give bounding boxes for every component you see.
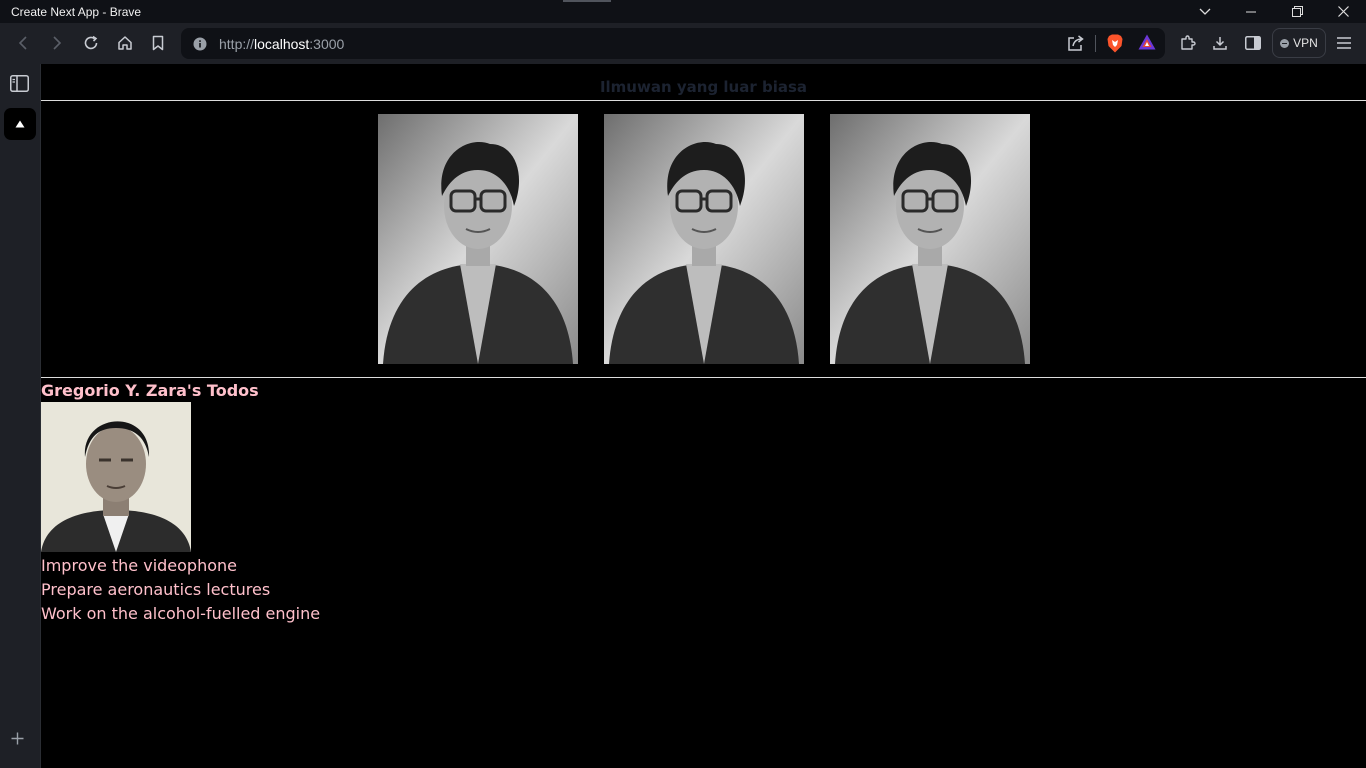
close-button[interactable] — [1320, 0, 1366, 23]
title-bar: Create Next App - Brave — [0, 0, 1366, 23]
page-content: Ilmuwan yang luar biasa Gregorio Y. Zara… — [41, 64, 1366, 768]
arrow-left-icon — [18, 36, 27, 50]
bookmark-button[interactable] — [141, 28, 175, 58]
reload-icon — [84, 35, 98, 50]
url-host: localhost — [254, 35, 310, 52]
rewards-triangle-icon — [1138, 34, 1156, 50]
todo-list: Improve the videophone Prepare aeronauti… — [41, 554, 320, 626]
forward-button[interactable] — [40, 28, 74, 58]
page-heading: Ilmuwan yang luar biasa — [599, 78, 808, 96]
minimize-icon — [1246, 11, 1256, 12]
portrait-image — [604, 114, 804, 364]
back-button[interactable] — [6, 28, 40, 58]
vpn-button[interactable]: VPN — [1272, 28, 1326, 58]
vpn-status-icon — [1280, 38, 1290, 48]
sidebar-panel-icon — [10, 75, 29, 92]
portrait-image — [378, 114, 578, 364]
list-item: Work on the alcohol-fuelled engine — [41, 604, 321, 623]
sidebar-panel-button[interactable] — [10, 75, 29, 97]
home-icon — [118, 36, 132, 50]
puzzle-icon — [1181, 35, 1196, 50]
sidebar-item-leo[interactable] — [4, 108, 36, 140]
url-port: :3000 — [309, 35, 345, 52]
site-info-button[interactable] — [181, 37, 219, 51]
divider-top — [41, 100, 1366, 101]
share-icon — [1068, 35, 1084, 51]
restore-icon — [1291, 6, 1303, 17]
url-text[interactable]: http://localhost:3000 — [219, 36, 344, 52]
list-item: Improve the videophone — [41, 556, 237, 575]
info-icon — [193, 37, 207, 50]
window-title: Create Next App - Brave — [11, 4, 142, 19]
vpn-label: VPN — [1293, 36, 1318, 50]
brave-lion-icon — [1107, 34, 1123, 53]
plus-icon — [11, 732, 24, 745]
todo-list-title: Gregorio Y. Zara's Todos — [41, 381, 259, 400]
home-button[interactable] — [108, 28, 142, 58]
main-menu-button[interactable] — [1335, 28, 1353, 58]
browser-toolbar: http://localhost:3000 VPN — [0, 23, 1366, 64]
chevron-down-icon — [1199, 8, 1211, 15]
list-item: Prepare aeronautics lectures — [41, 580, 271, 599]
sidebar-toggle-button[interactable] — [1243, 28, 1263, 58]
hamburger-menu-icon — [1337, 37, 1351, 49]
address-divider — [1095, 35, 1096, 52]
scientist-gallery — [378, 114, 1030, 364]
reload-button[interactable] — [74, 28, 108, 58]
portrait-image — [830, 114, 1030, 364]
tab-indicator — [563, 0, 611, 2]
triangle-up-icon — [15, 120, 25, 128]
extensions-button[interactable] — [1177, 28, 1199, 58]
url-scheme: http:// — [219, 35, 255, 52]
brave-rewards-button[interactable] — [1138, 34, 1156, 55]
downloads-button[interactable] — [1210, 28, 1230, 58]
address-bar[interactable]: http://localhost:3000 — [181, 28, 1165, 59]
close-icon — [1337, 6, 1349, 17]
minimize-button[interactable] — [1228, 0, 1274, 23]
avatar — [41, 402, 191, 552]
brave-shields-button[interactable] — [1107, 34, 1123, 58]
tab-search-button[interactable] — [1182, 0, 1228, 23]
browser-sidebar — [0, 64, 41, 768]
arrow-right-icon — [53, 36, 62, 50]
sidebar-add-button[interactable] — [11, 732, 24, 750]
divider-middle — [41, 377, 1366, 378]
share-button[interactable] — [1067, 34, 1085, 57]
bookmark-icon — [152, 35, 164, 51]
sidebar-panel-icon — [1245, 36, 1261, 50]
download-icon — [1213, 37, 1227, 50]
restore-button[interactable] — [1274, 0, 1320, 23]
